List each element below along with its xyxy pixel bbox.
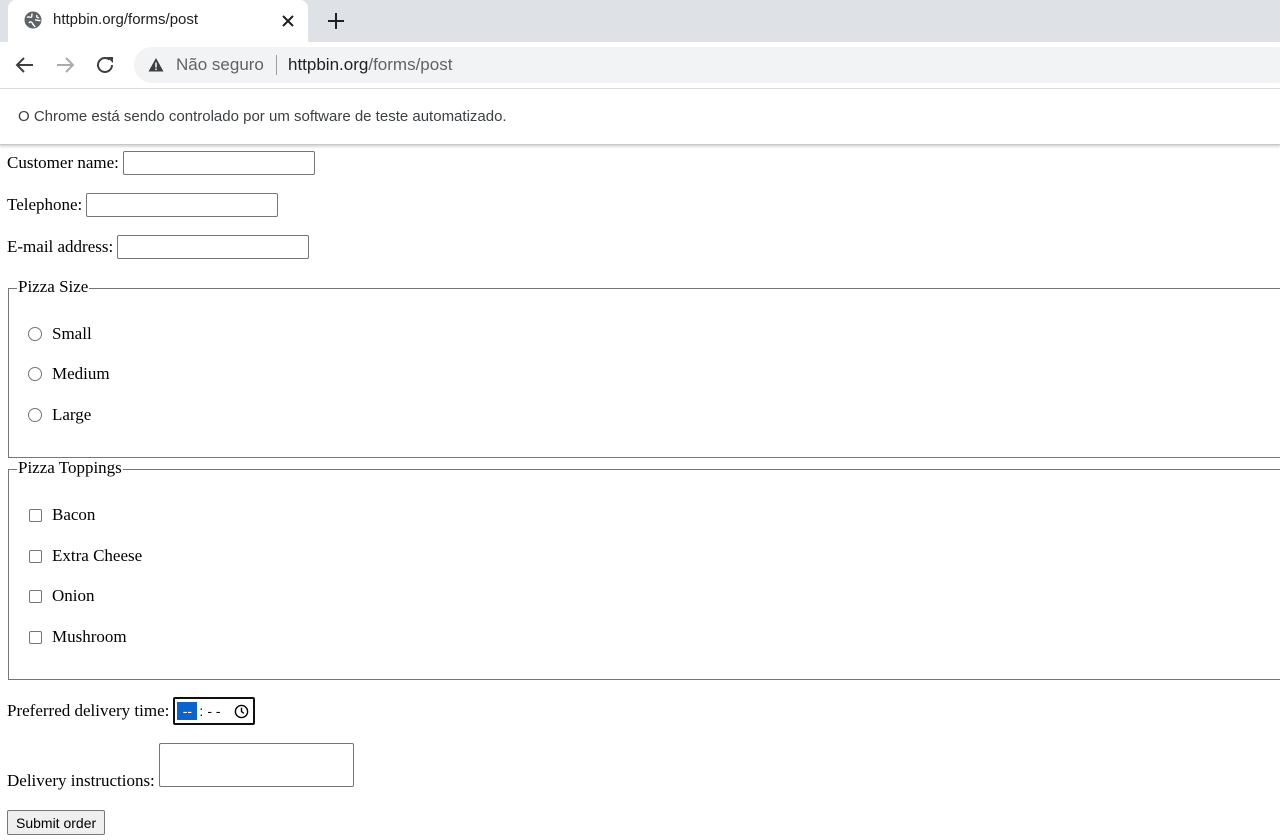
delivery-instructions-label: Delivery instructions: [7,771,155,790]
reload-icon[interactable] [93,53,117,77]
time-minutes-field[interactable]: - - [207,702,220,720]
checkbox-label[interactable]: Extra Cheese [52,546,142,566]
telephone-label: Telephone: [7,195,83,214]
checkbox-mushroom[interactable] [29,630,42,644]
omnibox-divider [276,55,277,75]
clock-icon[interactable] [234,704,249,719]
customer-name-input[interactable] [122,151,315,175]
radio-small[interactable] [28,327,42,341]
pizza-size-fieldset [8,288,1280,458]
radio-medium[interactable] [28,367,42,381]
tab-strip: httpbin.org/forms/post [0,0,1280,42]
globe-icon [24,11,42,29]
topping-option-bacon[interactable]: Bacon [29,505,95,525]
delivery-instructions-row: Delivery instructions: [7,743,354,790]
browser-tab[interactable]: httpbin.org/forms/post [8,0,308,42]
pizza-size-legend: Pizza Size [17,277,90,297]
forward-icon[interactable] [53,53,77,77]
topping-option-onion[interactable]: Onion [29,586,95,606]
size-option-medium[interactable]: Medium [28,364,110,384]
pizza-toppings-fieldset [8,469,1280,680]
time-separator: : [199,703,204,719]
tab-title: httpbin.org/forms/post [53,11,199,28]
email-row: E-mail address: [7,235,310,259]
checkbox-label[interactable]: Mushroom [52,627,127,647]
radio-label[interactable]: Large [52,405,91,425]
topping-option-extra-cheese[interactable]: Extra Cheese [29,546,142,566]
checkbox-bacon[interactable] [29,508,42,522]
checkbox-extra-cheese[interactable] [29,549,42,563]
security-label[interactable]: Não seguro [176,55,264,75]
radio-large[interactable] [28,408,42,422]
size-option-small[interactable]: Small [28,324,92,344]
checkbox-label[interactable]: Bacon [52,505,95,525]
customer-name-row: Customer name: [7,151,315,175]
pizza-toppings-legend: Pizza Toppings [17,458,123,478]
customer-name-label: Customer name: [7,153,119,172]
url-path: /forms/post [368,55,453,74]
new-tab-icon[interactable] [324,9,348,33]
topping-option-mushroom[interactable]: Mushroom [29,627,127,647]
back-icon[interactable] [13,53,37,77]
time-hours-field[interactable]: -- [177,702,198,720]
radio-label[interactable]: Small [52,324,92,344]
close-icon[interactable] [278,11,298,31]
telephone-input[interactable] [86,193,279,217]
url-text[interactable]: httpbin.org/forms/post [288,55,452,75]
address-bar[interactable]: Não seguro httpbin.org/forms/post [134,47,1280,83]
page-content: Customer name: Telephone: E-mail address… [0,146,1280,840]
size-option-large[interactable]: Large [28,405,91,425]
checkbox-label[interactable]: Onion [52,586,95,606]
warning-icon[interactable] [148,57,164,73]
submit-order-button[interactable]: Submit order [7,810,106,835]
automation-infobar: O Chrome está sendo controlado por um so… [0,88,1280,145]
delivery-instructions-textarea[interactable] [158,743,354,787]
email-input[interactable] [117,235,310,259]
telephone-row: Telephone: [7,193,279,217]
radio-label[interactable]: Medium [52,364,110,384]
checkbox-onion[interactable] [29,589,42,603]
delivery-time-row: Preferred delivery time: -- : - - [7,697,256,725]
infobar-message: O Chrome está sendo controlado por um so… [18,108,507,125]
url-host: httpbin.org [288,55,369,74]
delivery-time-input[interactable]: -- : - - [173,697,256,725]
browser-toolbar: Não seguro httpbin.org/forms/post [0,42,1280,88]
delivery-time-label: Preferred delivery time: [7,701,170,720]
email-label: E-mail address: [7,237,114,256]
